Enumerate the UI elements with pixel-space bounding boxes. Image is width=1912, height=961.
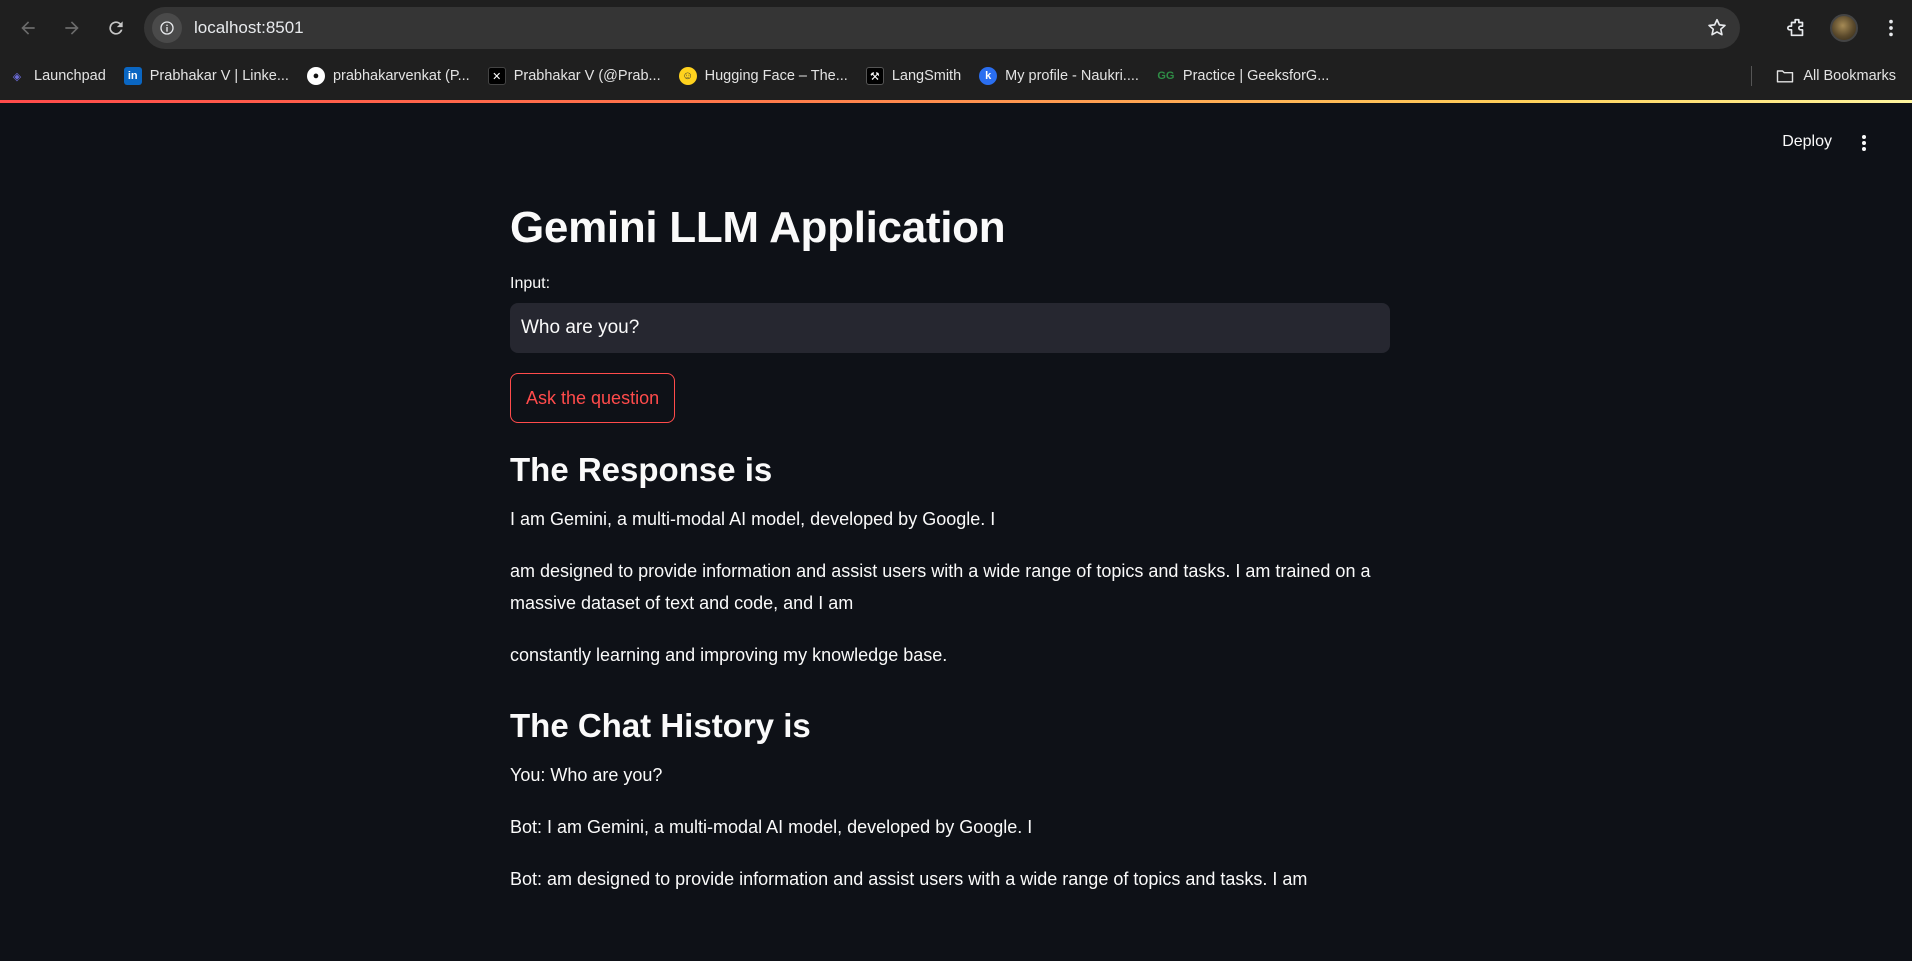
response-heading: The Response is	[510, 451, 773, 488]
reload-icon	[109, 21, 123, 35]
dot-icon	[1862, 141, 1866, 145]
github-icon: ●	[306, 67, 325, 85]
back-button[interactable]	[8, 8, 48, 48]
browser-toolbar: localhost:8501	[0, 0, 1912, 56]
bookmark-langsmith[interactable]: ⚒ LangSmith	[865, 67, 962, 85]
question-input[interactable]	[510, 303, 1390, 353]
bookmark-label: My profile - Naukri....	[1005, 68, 1139, 84]
arrow-right-icon	[65, 21, 79, 35]
bookmark-label: Launchpad	[34, 68, 106, 84]
deploy-button[interactable]: Deploy	[1782, 133, 1832, 151]
address-bar[interactable]: localhost:8501	[144, 7, 1740, 49]
bookmarks-bar: ◈ Launchpad in Prabhakar V | Linke... ● …	[0, 56, 1912, 96]
dot-icon	[1862, 135, 1866, 139]
bookmark-hugging-face[interactable]: ☺ Hugging Face – The...	[678, 67, 848, 85]
bookmark-launchpad[interactable]: ◈ Launchpad	[8, 67, 106, 85]
chat-history-item: You: Who are you?	[510, 765, 663, 785]
langsmith-icon: ⚒	[865, 67, 884, 85]
bookmarks-divider	[1751, 66, 1752, 86]
input-label: Input:	[510, 275, 551, 292]
arrow-left-icon	[21, 21, 35, 35]
profile-avatar[interactable]	[1830, 14, 1858, 42]
chat-history-item: Bot: I am Gemini, a multi-modal AI model…	[510, 817, 1033, 837]
bookmark-star-icon[interactable]	[1706, 17, 1728, 39]
ask-question-button[interactable]: Ask the question	[510, 373, 676, 423]
geeksforgeeks-icon: GG	[1157, 70, 1175, 82]
bookmark-geeksforgeeks[interactable]: GG Practice | GeeksforG...	[1157, 67, 1329, 85]
streamlit-app: Deploy Gemini LLM Application Input: Ask…	[0, 103, 1912, 961]
response-paragraph: I am Gemini, a multi-modal AI model, dev…	[510, 509, 996, 529]
chat-history-heading: The Chat History is	[510, 707, 811, 744]
bookmark-label: LangSmith	[891, 68, 962, 84]
hugging-face-icon: ☺	[678, 67, 697, 85]
extensions-icon[interactable]	[1786, 17, 1808, 39]
dot-icon	[1862, 147, 1866, 151]
bookmark-label: Hugging Face – The...	[704, 68, 848, 84]
all-bookmarks-label: All Bookmarks	[1803, 68, 1896, 84]
browser-chrome: localhost:8501 ◈ Launchpad in Prabhakar …	[0, 0, 1912, 103]
bookmark-label: prabhakarvenkat (P...	[332, 68, 470, 84]
reload-button[interactable]	[96, 8, 136, 48]
bookmark-linkedin[interactable]: in Prabhakar V | Linke...	[123, 67, 289, 85]
launchpad-icon: ◈	[12, 70, 22, 83]
linkedin-icon: in	[123, 67, 142, 85]
url-text[interactable]: localhost:8501	[194, 18, 1706, 38]
bookmark-label: Prabhakar V | Linke...	[149, 68, 289, 84]
bookmark-label: Prabhakar V (@Prab...	[513, 68, 661, 84]
main-menu-button[interactable]	[1856, 133, 1872, 153]
info-icon	[160, 21, 174, 35]
site-info-button[interactable]	[152, 13, 182, 43]
chat-history-item: Bot: am designed to provide information …	[510, 869, 1308, 889]
naukri-icon: k	[979, 67, 998, 85]
main-content: Gemini LLM Application Input: Ask the qu…	[510, 203, 1390, 915]
chrome-menu-icon[interactable]	[1880, 17, 1902, 39]
forward-button[interactable]	[52, 8, 92, 48]
bookmark-naukri[interactable]: k My profile - Naukri....	[979, 67, 1139, 85]
bookmark-x[interactable]: ✕ Prabhakar V (@Prab...	[487, 67, 661, 85]
bookmark-label: Practice | GeeksforG...	[1182, 68, 1330, 84]
x-icon: ✕	[487, 67, 506, 85]
page-title: Gemini LLM Application	[510, 203, 1006, 252]
bookmark-github[interactable]: ● prabhakarvenkat (P...	[306, 67, 470, 85]
response-paragraph: am designed to provide information and a…	[510, 561, 1371, 613]
folder-icon	[1777, 70, 1794, 83]
browser-right-tools	[1786, 7, 1902, 49]
response-paragraph: constantly learning and improving my kno…	[510, 645, 948, 665]
all-bookmarks-button[interactable]: All Bookmarks	[1775, 56, 1896, 96]
